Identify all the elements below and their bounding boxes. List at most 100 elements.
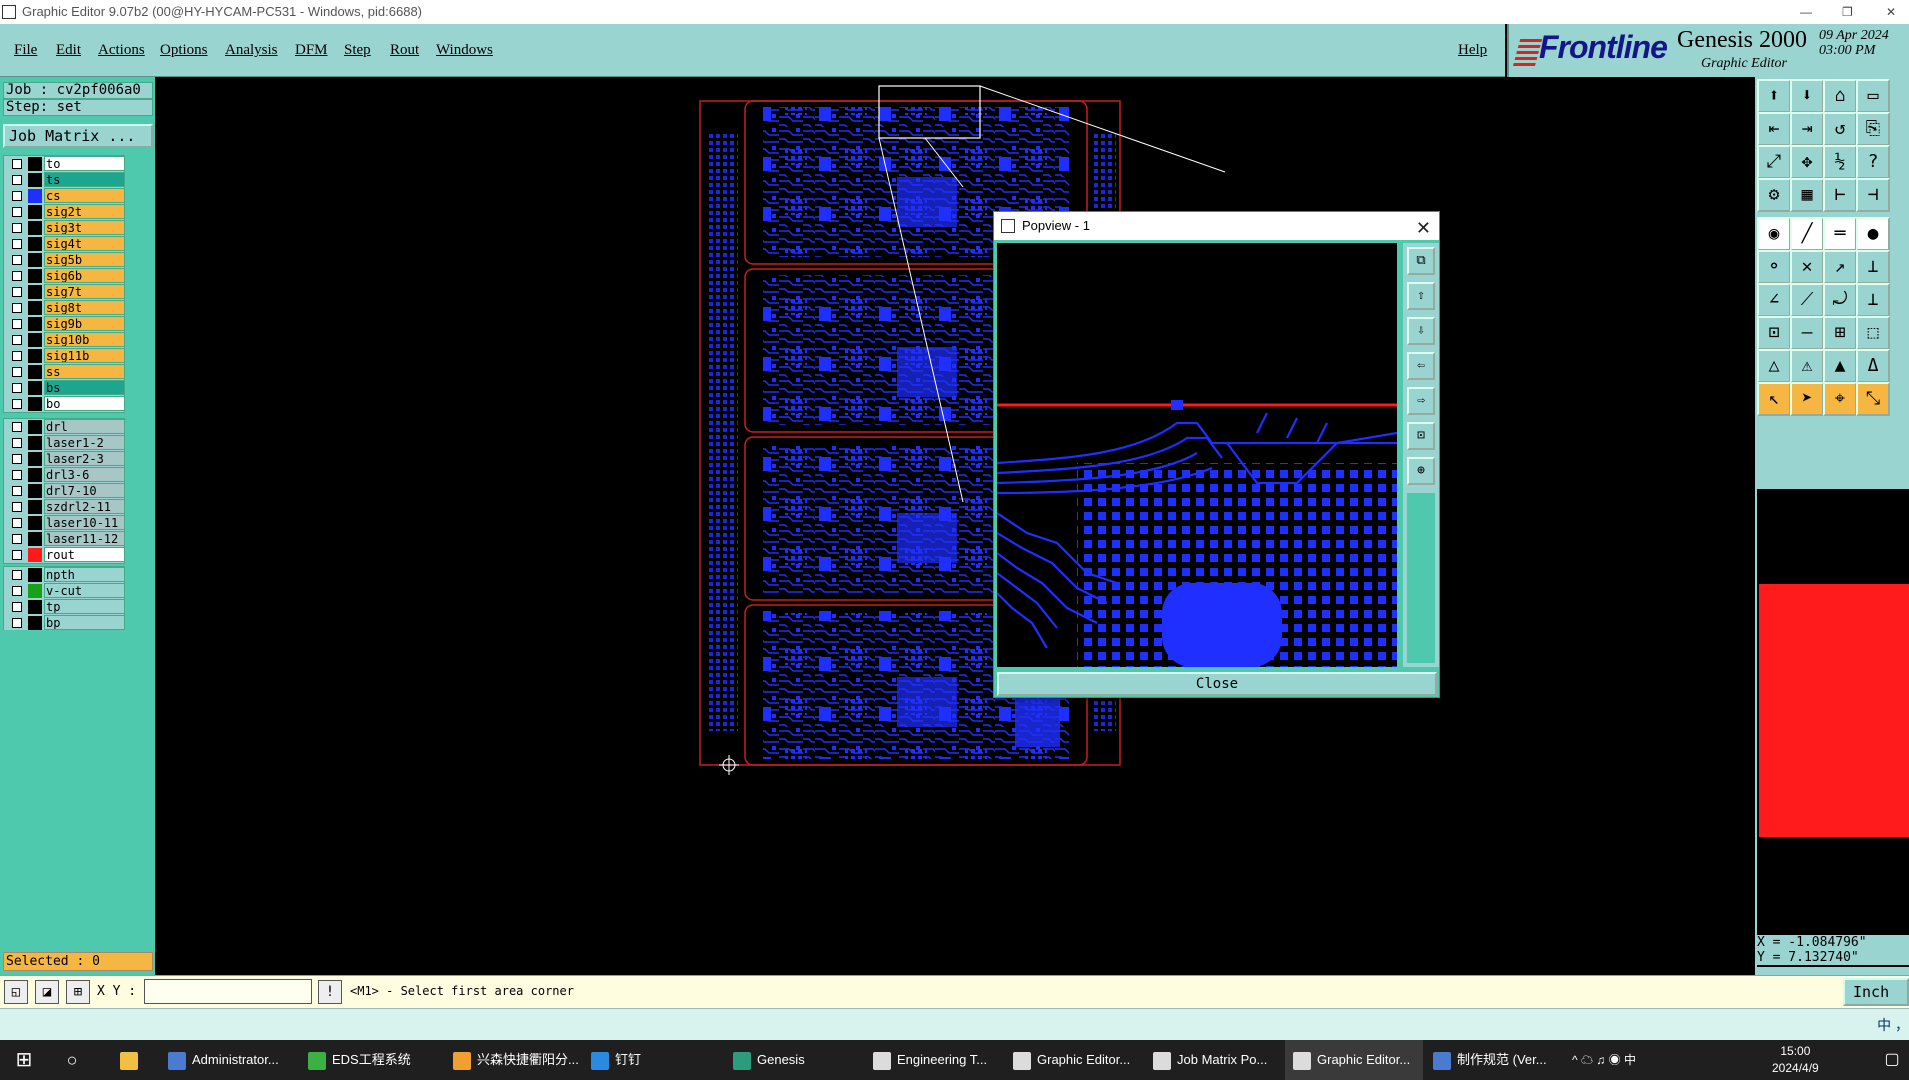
layer-name[interactable]: drl7-10 (44, 483, 125, 498)
redo-icon[interactable]: ⇥ (1790, 112, 1824, 146)
layer-checkbox[interactable] (12, 586, 22, 596)
layer-checkbox[interactable] (12, 438, 22, 448)
menu-rout[interactable]: Rout (390, 42, 419, 59)
layer-row-drl7-10[interactable]: drl7-10 (4, 483, 125, 499)
taskbar-app[interactable]: Job Matrix Po... (1145, 1040, 1283, 1080)
layer-row-bo[interactable]: bo (4, 396, 125, 412)
zoom-back-icon[interactable]: ↺ (1823, 112, 1857, 146)
layer-color-swatch[interactable] (28, 568, 42, 582)
layer-name[interactable]: sig11b (44, 348, 125, 363)
popview-zoom-in-icon[interactable]: ⊕ (1407, 457, 1435, 485)
dot-icon[interactable]: ● (1856, 217, 1890, 251)
file-explorer-icon[interactable] (112, 1040, 144, 1080)
ruler-icon[interactable]: ═ (1823, 217, 1857, 251)
layer-checkbox[interactable] (12, 618, 22, 628)
layer-color-swatch[interactable] (28, 221, 42, 235)
pointer-icon[interactable]: ↖ (1757, 382, 1791, 416)
layer-color-swatch[interactable] (28, 516, 42, 530)
layer-color-swatch[interactable] (28, 333, 42, 347)
layer-row-sig11b[interactable]: sig11b (4, 348, 125, 364)
angle-icon[interactable]: ∠ (1757, 283, 1791, 317)
layer-checkbox[interactable] (12, 287, 22, 297)
layer-checkbox[interactable] (12, 351, 22, 361)
layer-name[interactable]: sig6b (44, 268, 125, 283)
taskbar-app[interactable]: Administrator... (160, 1040, 298, 1080)
layer-name[interactable]: sig2t (44, 204, 125, 219)
slope-icon[interactable]: ⟋ (1790, 283, 1824, 317)
layer-color-swatch[interactable] (28, 317, 42, 331)
layer-color-swatch[interactable] (28, 420, 42, 434)
layer-name[interactable]: ss (44, 364, 125, 379)
popview-up-icon[interactable]: ⇧ (1407, 282, 1435, 310)
layer-name[interactable]: sig7t (44, 284, 125, 299)
layer-checkbox[interactable] (12, 367, 22, 377)
popview-zoom-view[interactable] (997, 243, 1397, 667)
layer-row-laser2-3[interactable]: laser2-3 (4, 451, 125, 467)
layer-checkbox[interactable] (12, 534, 22, 544)
menu-help[interactable]: Help (1458, 42, 1487, 59)
layer-name[interactable]: sig4t (44, 236, 125, 251)
layer-row-sig3t[interactable]: sig3t (4, 220, 125, 236)
layer-checkbox[interactable] (12, 335, 22, 345)
layer-row-sig8t[interactable]: sig8t (4, 300, 125, 316)
taskbar-app[interactable]: 钉钉 (583, 1040, 721, 1080)
layer-row-ts[interactable]: ts (4, 172, 125, 188)
minus-icon[interactable]: — (1790, 316, 1824, 350)
layer-checkbox[interactable] (12, 207, 22, 217)
layer-checkbox[interactable] (12, 470, 22, 480)
taskbar-app[interactable]: EDS工程系统 (300, 1040, 438, 1080)
layer-name[interactable]: laser1-2 (44, 435, 125, 450)
select-icon[interactable]: ➤ (1790, 382, 1824, 416)
layer-checkbox[interactable] (12, 454, 22, 464)
layer-checkbox[interactable] (12, 223, 22, 233)
menu-options[interactable]: Options (160, 42, 208, 59)
layer-checkbox[interactable] (12, 239, 22, 249)
layer-row-tp[interactable]: tp (4, 599, 125, 615)
layer-color-swatch[interactable] (28, 253, 42, 267)
home-icon[interactable]: ⌂ (1823, 79, 1857, 113)
menu-file[interactable]: File (14, 42, 37, 59)
layer-color-swatch[interactable] (28, 616, 42, 630)
taskbar-app[interactable]: 制作规范 (Ver... (1425, 1040, 1563, 1080)
layer-color-swatch[interactable] (28, 532, 42, 546)
shape-icon[interactable]: ⬚ (1856, 316, 1890, 350)
layer-color-swatch[interactable] (28, 600, 42, 614)
layer-row-to[interactable]: to (4, 156, 125, 172)
layer-color-swatch[interactable] (28, 205, 42, 219)
menu-analysis[interactable]: Analysis (225, 42, 278, 59)
layer-name[interactable]: laser10-11 (44, 515, 125, 530)
layer-color-swatch[interactable] (28, 397, 42, 411)
layer-color-swatch[interactable] (28, 173, 42, 187)
layer-checkbox[interactable] (12, 486, 22, 496)
layer-name[interactable]: sig8t (44, 300, 125, 315)
layer-name[interactable]: bp (44, 615, 125, 630)
delete-icon[interactable]: ✕ (1790, 250, 1824, 284)
measure-icon[interactable]: ⊢ (1823, 178, 1857, 212)
save-as-icon[interactable]: ⬇ (1790, 79, 1824, 113)
help-icon[interactable]: ? (1856, 145, 1890, 179)
menu-windows[interactable]: Windows (436, 42, 493, 59)
caution-icon[interactable]: ▲ (1823, 349, 1857, 383)
popview-right-icon[interactable]: ⇨ (1407, 387, 1435, 415)
menu-step[interactable]: Step (344, 42, 371, 59)
layer-color-swatch[interactable] (28, 452, 42, 466)
layer-color-swatch[interactable] (28, 436, 42, 450)
ime-toolbar[interactable]: 中 ， (1877, 1015, 1909, 1035)
layer-name[interactable]: v-cut (44, 583, 125, 598)
taskbar-app[interactable]: Engineering T... (865, 1040, 1003, 1080)
layer-name[interactable]: npth (44, 567, 125, 582)
layer-row-sig4t[interactable]: sig4t (4, 236, 125, 252)
layer-name[interactable]: rout (44, 547, 125, 562)
layer-checkbox[interactable] (12, 518, 22, 528)
layer-row-sig9b[interactable]: sig9b (4, 316, 125, 332)
snap-icon[interactable]: ⊣ (1856, 178, 1890, 212)
undo-icon[interactable]: ⇤ (1757, 112, 1791, 146)
save-icon[interactable]: ⬆ (1757, 79, 1791, 113)
delta-icon[interactable]: Δ (1856, 349, 1890, 383)
layer-checkbox[interactable] (12, 191, 22, 201)
layer-row-sig7t[interactable]: sig7t (4, 284, 125, 300)
line-icon[interactable]: ╱ (1790, 217, 1824, 251)
layer-color-swatch[interactable] (28, 365, 42, 379)
layer-color-swatch[interactable] (28, 189, 42, 203)
arc-icon[interactable]: ⤾ (1823, 283, 1857, 317)
